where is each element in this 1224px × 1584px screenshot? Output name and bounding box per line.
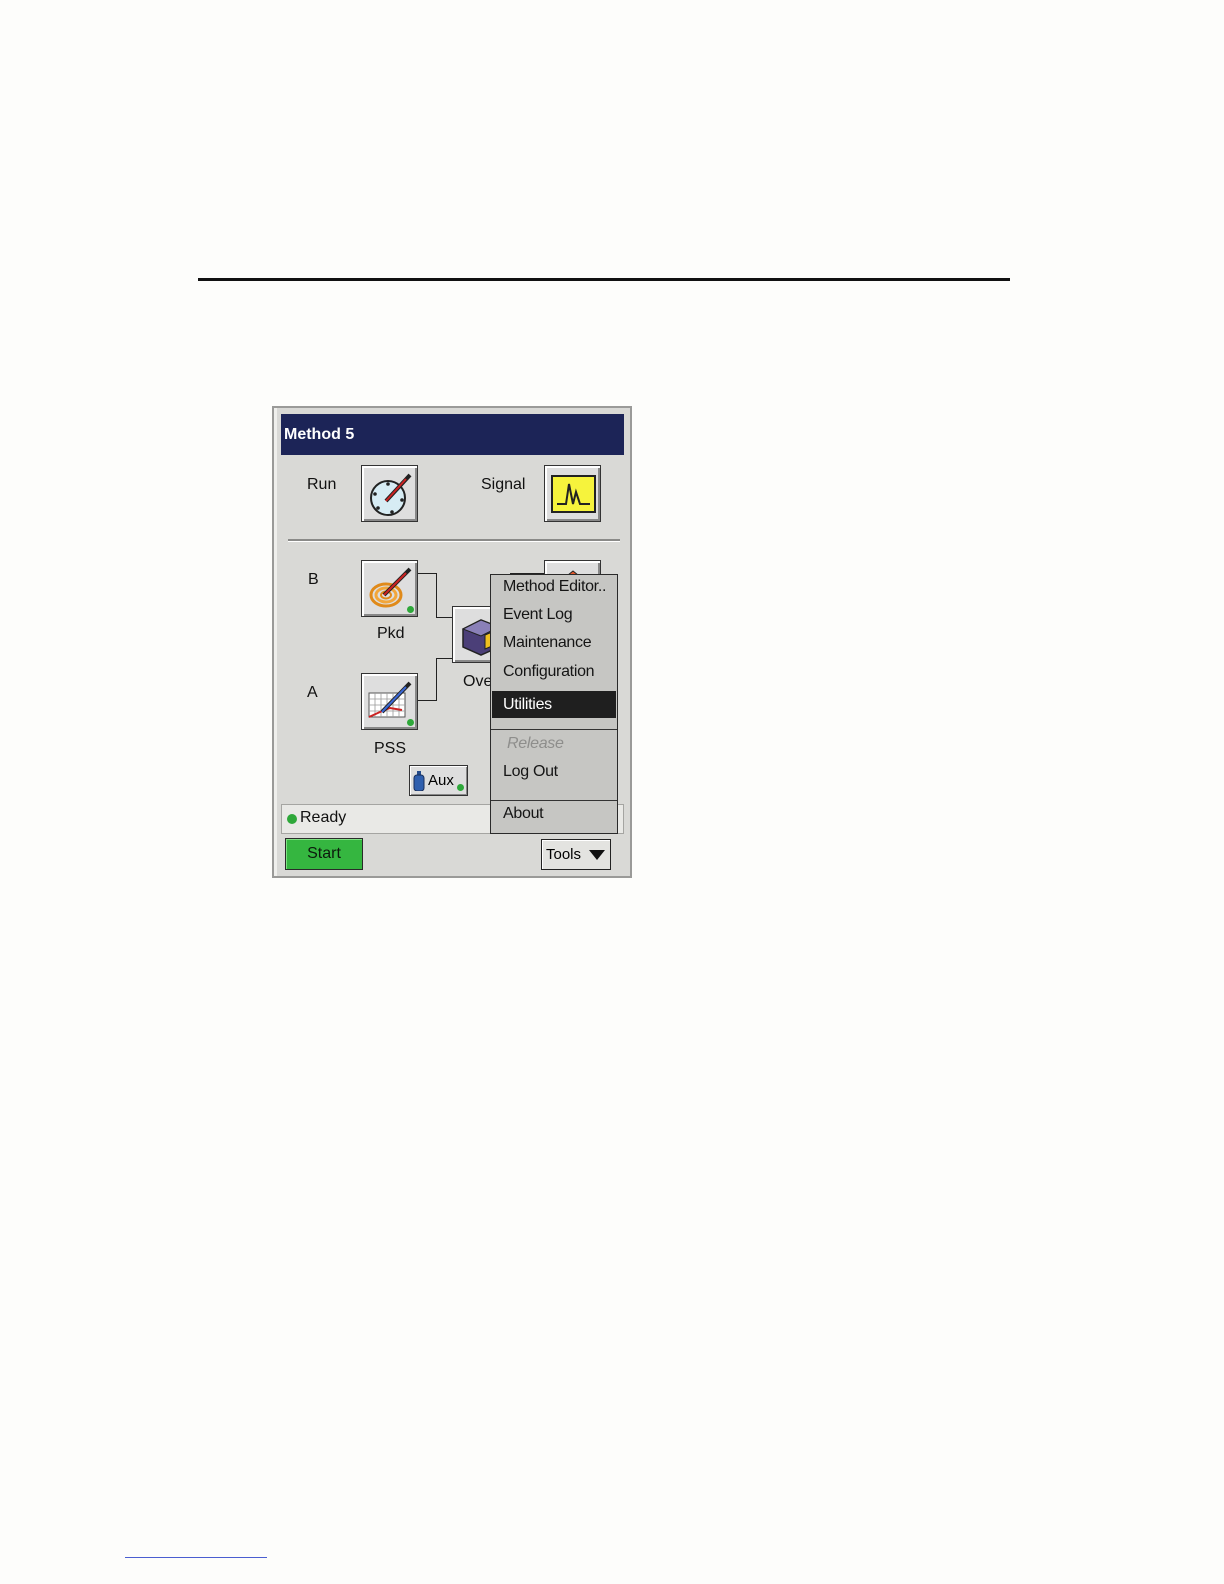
row-b-label: B [308,571,319,588]
pkd-button[interactable] [361,560,418,617]
start-button[interactable]: Start [285,838,363,870]
section-divider [288,539,620,542]
run-button[interactable] [361,465,418,522]
pkd-label: Pkd [377,625,405,642]
run-label: Run [307,476,337,493]
oven-label: Ove [463,673,493,690]
footer-link-underline[interactable] [125,1557,267,1558]
aux-button[interactable]: Aux [409,765,468,796]
pkd-status-led [407,606,414,613]
ready-led-icon [287,814,297,824]
aux-bottle-icon [413,771,425,791]
pss-label: PSS [374,740,407,757]
tools-button[interactable]: Tools [541,839,611,870]
tools-menu: Method Editor.. Event Log Maintenance Co… [490,574,618,834]
signal-peak-icon [551,475,596,513]
menu-item-event-log[interactable]: Event Log [503,606,573,624]
connector-line [418,573,436,574]
dropdown-arrow-icon [589,850,605,860]
connector-line [436,573,437,617]
status-text: Ready [300,809,347,826]
pss-button[interactable] [361,673,418,730]
connector-line [418,700,436,701]
window-title: Method 5 [281,414,624,455]
aux-label: Aux [428,772,454,789]
menu-item-method-editor[interactable]: Method Editor.. [503,578,606,596]
tools-label: Tools [546,846,582,863]
pss-status-led [407,719,414,726]
menu-item-about[interactable]: About [503,805,544,823]
aux-status-led [457,784,464,791]
page-rule [198,278,1010,281]
menu-separator [491,800,617,801]
connector-line [436,658,437,701]
signal-button[interactable] [544,465,601,522]
menu-separator [491,729,617,730]
menu-item-log-out[interactable]: Log Out [503,763,558,781]
menu-item-configuration[interactable]: Configuration [503,663,595,681]
menu-item-utilities[interactable]: Utilities [492,691,616,718]
signal-label: Signal [481,476,526,493]
injector-dial-icon [370,473,412,516]
instrument-window: Method 5 Run Signal B Pkd A PSS Ove Aux … [272,406,632,878]
menu-item-maintenance[interactable]: Maintenance [503,634,592,652]
row-a-label: A [307,684,318,701]
menu-item-release: Release [507,735,564,752]
